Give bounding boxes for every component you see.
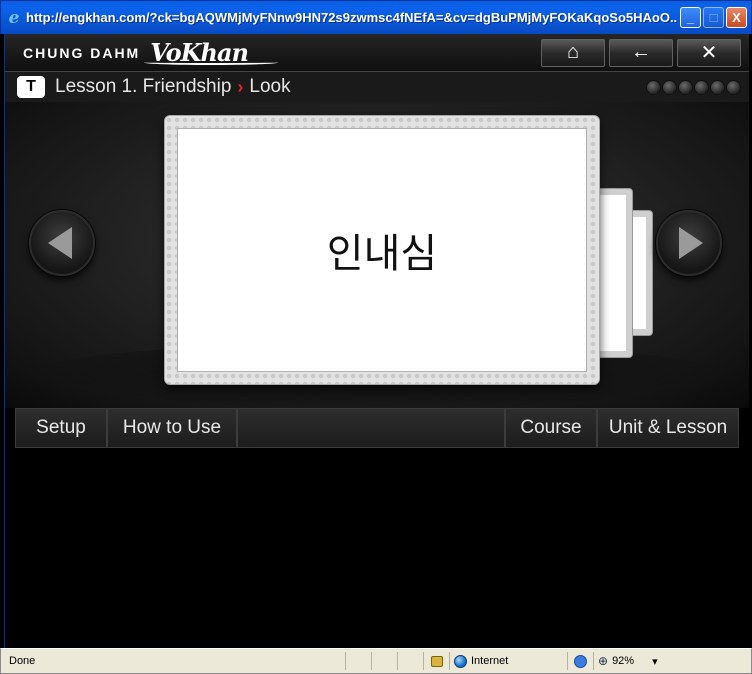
home-icon: ⌂ [566,41,580,63]
progress-dot [694,79,709,95]
globe-icon [454,654,467,668]
security-pane[interactable] [423,652,449,670]
unit-lesson-button[interactable]: Unit & Lesson [597,408,739,448]
maximize-button[interactable]: □ [703,7,724,28]
progress-dot [646,79,661,95]
flashcard-stage: 인내심 [5,102,749,408]
status-empty-pane [371,652,397,670]
zoom-level: 92% [612,655,635,667]
triangle-right-icon [679,227,703,259]
close-icon: ✕ [700,42,718,64]
zoom-icon: ⊕ [598,654,609,668]
triangle-left-icon [48,227,72,259]
lesson-breadcrumb: T Lesson 1. Friendship › Look [5,72,749,102]
app-frame: CHUNG DAHM VoKhan ⌂ ← ✕ T Lesson 1. Frie… [4,34,749,648]
previous-card-button[interactable] [29,210,95,276]
app-close-button[interactable]: ✕ [677,38,741,67]
progress-dot [710,79,725,95]
status-empty-pane [345,652,371,670]
chevron-down-icon[interactable]: ▾ [652,655,658,668]
lesson-title: Lesson 1. Friendship [55,76,232,97]
home-button[interactable]: ⌂ [541,38,605,67]
progress-dot [662,79,677,95]
brand-name: CHUNG DAHM [23,44,141,61]
zone-pane[interactable]: Internet [449,652,567,670]
window-title-bar: e http://engkhan.com/?ck=bgAQWMjMyFNnw9H… [0,0,752,34]
next-card-button[interactable] [656,210,722,276]
t-badge-icon: T [17,76,45,98]
flashcard-word: 인내심 [326,231,438,277]
status-bar: Done Internet ⊕ 92% ▾ [0,648,752,674]
minimize-button[interactable]: _ [680,7,701,28]
lesson-section: Look [249,76,291,97]
progress-dots [646,79,741,95]
window-title: http://engkhan.com/?ck=bgAQWMjMyFNnw9HN7… [26,10,678,25]
how-to-use-button[interactable]: How to Use [107,408,237,448]
setup-button[interactable]: Setup [15,408,107,448]
window-close-button[interactable]: X [726,7,747,28]
back-arrow-icon: ← [631,41,651,63]
ie-browser-icon: e [8,7,20,28]
protected-mode-pane[interactable] [567,652,593,670]
breadcrumb-separator-icon: › [237,76,244,97]
course-button[interactable]: Course [505,408,597,448]
back-button[interactable]: ← [609,38,673,67]
protected-mode-icon [574,654,587,668]
status-empty-pane [397,652,423,670]
zoom-control[interactable]: ⊕ 92% ▾ [593,652,683,670]
content-area [5,448,749,648]
status-text: Done [9,655,36,667]
lock-icon [430,655,443,667]
progress-dot [726,79,741,95]
progress-dot [678,79,693,95]
app-header: CHUNG DAHM VoKhan ⌂ ← ✕ [5,34,749,72]
bottom-menu: Setup How to Use Course Unit & Lesson [5,408,749,448]
brand-logo: VoKhan [144,38,278,67]
zone-label: Internet [471,655,509,667]
flashcard-face: 인내심 [177,128,587,372]
menu-blank-slot [237,408,505,448]
flashcard[interactable]: 인내심 [164,115,600,385]
